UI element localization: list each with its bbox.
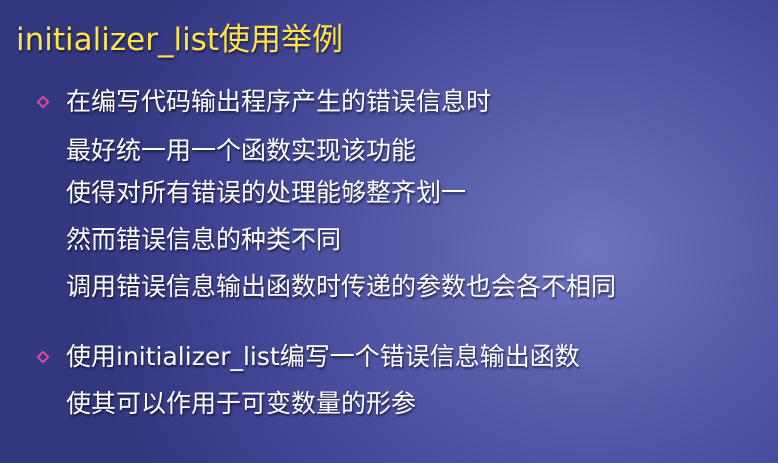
bullet-1-line-1: 在编写代码输出程序产生的错误信息时	[66, 87, 492, 116]
bullet-2-line-2: 使其可以作用于可变数量的形参	[66, 389, 417, 418]
diamond-bullet-icon	[37, 351, 49, 363]
bullet-1-line-2: 最好统一用一个函数实现该功能	[66, 136, 417, 165]
bullet-1-line-5: 调用错误信息输出函数时传递的参数也会各不相同	[66, 272, 617, 301]
diamond-bullet-icon	[37, 96, 49, 108]
slide-title: initializer_list使用举例	[16, 22, 343, 58]
bullet-2-line-1: 使用initializer_list编写一个错误信息输出函数	[66, 342, 580, 371]
bullet-1-line-3: 使得对所有错误的处理能够整齐划一	[66, 178, 467, 207]
bullet-1-line-4: 然而错误信息的种类不同	[66, 225, 342, 254]
slide: initializer_list使用举例 在编写代码输出程序产生的错误信息时 最…	[0, 0, 778, 463]
